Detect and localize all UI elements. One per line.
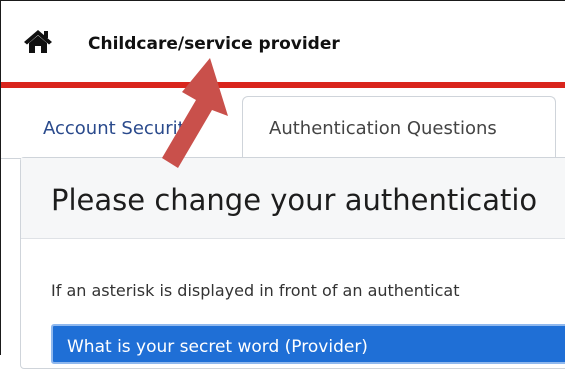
instructions-text: If an asterisk is displayed in front of … <box>51 281 460 300</box>
panel-title: Please change your authenticatio <box>51 183 538 217</box>
security-question-selected-value[interactable]: What is your secret word (Provider) <box>67 337 368 357</box>
arrow-up-icon <box>162 58 228 168</box>
page-title: Childcare/service provider <box>88 34 340 54</box>
home-icon[interactable] <box>23 28 53 54</box>
tab-authentication-questions-label[interactable]: Authentication Questions <box>269 118 497 139</box>
